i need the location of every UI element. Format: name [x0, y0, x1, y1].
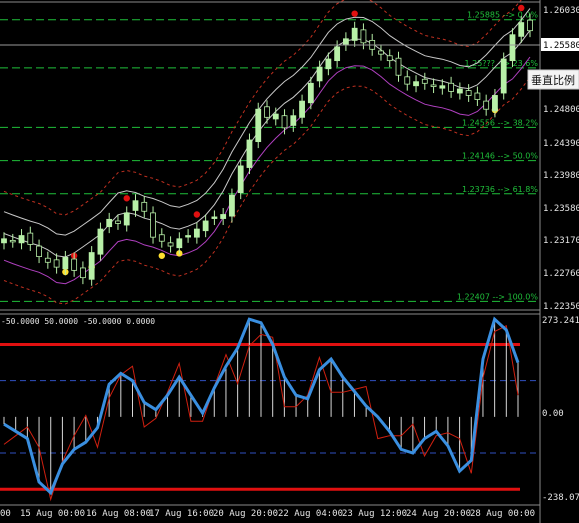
candle-body: [456, 88, 463, 94]
indicator-header: -50.0000 50.0000 -50.0000 0.0000: [1, 317, 155, 326]
time-tick: 16 Aug 08:00: [86, 509, 151, 519]
candle-body: [123, 212, 130, 226]
candle-body: [9, 240, 16, 243]
price-tick: 1.22350: [543, 302, 579, 312]
candle-body: [71, 258, 78, 271]
candle-body: [1, 238, 7, 244]
candle-body: [325, 58, 332, 70]
sell-signal-marker: [518, 4, 525, 12]
time-tick: 17 Aug 16:00: [149, 509, 214, 519]
candle-body: [342, 38, 349, 45]
candle-body: [88, 252, 95, 280]
candle-body: [509, 34, 516, 62]
candle-body: [53, 259, 60, 268]
candle-body: [500, 58, 507, 94]
candle-body: [176, 238, 183, 249]
current-price-label: 1.25580: [543, 41, 579, 51]
candle-body: [36, 245, 42, 258]
time-tick: 23 Aug 12:00: [342, 509, 407, 519]
chart-window: 1.25885 --> 0.0%1.25??? --> 23.6%1.24556…: [0, 0, 579, 523]
candle-body: [404, 76, 411, 85]
candle-body: [527, 19, 533, 32]
fib-level-label: 1.24146 --> 50.0%: [462, 152, 538, 161]
candle-body: [115, 220, 121, 224]
candle-body: [18, 235, 25, 244]
candle-body: [430, 84, 437, 87]
candle-body: [465, 90, 472, 96]
candle-body: [211, 216, 218, 219]
candle-body: [185, 235, 192, 238]
candle-body: [202, 220, 209, 232]
candle-body: [299, 100, 305, 118]
candle-body: [62, 257, 69, 270]
price-tick: 1.26030: [543, 6, 579, 16]
time-tick: 20 Aug 20:00: [213, 509, 278, 519]
candle-body: [229, 194, 235, 217]
candle-body: [246, 139, 253, 168]
candle-body: [167, 242, 174, 247]
time-tick: 00: [0, 509, 11, 519]
candle-body: [483, 100, 490, 110]
candle-body: [106, 218, 113, 228]
indicator-tick: -238.0762: [542, 493, 579, 503]
candle-body: [193, 228, 200, 238]
candle-body: [395, 57, 402, 76]
time-axis[interactable]: 00 15 Aug 00:00 16 Aug 08:00 17 Aug 16:0…: [0, 509, 535, 519]
candle-body: [44, 257, 51, 263]
candle-body: [518, 22, 525, 37]
candle-body: [439, 85, 446, 89]
price-tick: 1.24800: [543, 105, 579, 115]
candle-body: [141, 201, 148, 212]
fib-level-label: 1.24556 --> 38.2%: [462, 118, 538, 127]
indicator-tick: 0.00: [542, 409, 564, 419]
candle-body: [492, 95, 498, 112]
candle-body: [413, 81, 419, 87]
fib-level-label: 1.22407 --> 100.0%: [457, 292, 539, 301]
candle-body: [272, 113, 279, 120]
candle-body: [264, 106, 270, 118]
time-tick: 22 Aug 04:00: [278, 509, 343, 519]
price-tick: 1.22760: [543, 269, 579, 279]
price-tick: 1.23980: [543, 171, 579, 181]
candle-body: [27, 232, 34, 245]
candle-body: [237, 165, 244, 194]
price-tick: 1.23170: [543, 236, 579, 246]
candle-body: [255, 108, 262, 143]
candle-body: [378, 50, 384, 55]
candle-body: [351, 27, 358, 41]
candle-body: [307, 82, 314, 104]
time-tick: 15 Aug 00:00: [20, 509, 85, 519]
candle-body: [97, 228, 104, 255]
candle-body: [474, 92, 481, 100]
fib-level-label: 1.23736 --> 61.8%: [462, 185, 538, 194]
buy-signal-marker: [158, 252, 165, 259]
candle-body: [158, 234, 165, 242]
candle-body: [360, 29, 367, 44]
candle-body: [448, 82, 455, 92]
vertical-scale-button[interactable]: 垂直比例: [527, 69, 579, 90]
candle-body: [80, 267, 86, 279]
candle-body: [220, 214, 227, 219]
price-tick: 1.23580: [543, 204, 579, 214]
candle-body: [316, 66, 323, 82]
sell-signal-marker: [123, 195, 130, 202]
candle-body: [386, 55, 393, 62]
price-tick: 1.24390: [543, 139, 579, 149]
time-tick: 24 Aug 20:00: [406, 509, 471, 519]
candle-body: [290, 115, 297, 126]
candle-body: [421, 78, 428, 84]
sell-signal-marker: [193, 211, 201, 218]
candle-body: [334, 46, 341, 62]
indicator-tick: 273.2415: [542, 316, 579, 326]
sell-signal-marker: [351, 10, 358, 17]
candle-body: [281, 115, 288, 129]
time-tick: 28 Aug 00:00: [470, 509, 535, 519]
vertical-scale-label: 垂直比例: [531, 73, 575, 87]
candle-body: [132, 200, 139, 211]
candle-body: [150, 212, 156, 238]
